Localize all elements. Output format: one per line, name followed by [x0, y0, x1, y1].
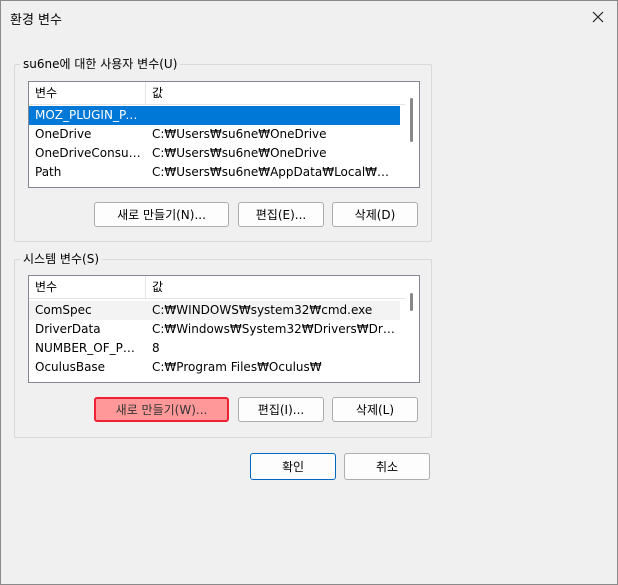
user-list-scrollbar[interactable] — [405, 82, 419, 187]
column-header-value[interactable]: 값 — [146, 82, 163, 104]
user-variables-list[interactable]: 변수 값 MOZ_PLUGIN_PATH OneDrive C:₩Users₩s… — [28, 81, 420, 188]
scrollbar-thumb[interactable] — [410, 98, 413, 142]
close-icon — [592, 11, 604, 23]
column-header-value[interactable]: 값 — [146, 276, 163, 298]
ok-button[interactable]: 확인 — [250, 453, 336, 480]
title-bar: 환경 변수 — [1, 1, 617, 33]
column-header-variable[interactable]: 변수 — [29, 82, 57, 104]
cancel-button[interactable]: 취소 — [344, 453, 430, 480]
column-header-variable[interactable]: 변수 — [29, 276, 57, 298]
variable-name: NUMBER_OF_PRO... — [35, 341, 143, 355]
system-variables-label: 시스템 변수(S) — [20, 250, 102, 267]
system-variables-list[interactable]: 변수 값 ComSpec C:₩WINDOWS₩system32₩cmd.exe… — [28, 275, 420, 383]
system-variable-row[interactable]: DriverData C:₩Windows₩System32₩Drivers₩D… — [29, 320, 400, 339]
system-new-button[interactable]: 새로 만들기(W)... — [94, 397, 229, 422]
variable-name: Path — [35, 165, 62, 179]
scrollbar-thumb[interactable] — [410, 293, 413, 311]
user-variable-row[interactable]: MOZ_PLUGIN_PATH — [29, 106, 400, 125]
variable-name: OneDriveConsumer — [35, 146, 143, 160]
user-list-header: 변수 값 — [29, 82, 419, 105]
variable-value: C:₩Windows₩System32₩Drivers₩DriverData — [152, 322, 398, 336]
system-variable-row[interactable]: OculusBase C:₩Program Files₩Oculus₩ — [29, 358, 400, 377]
environment-variables-dialog: 환경 변수 su6ne에 대한 사용자 변수(U) 변수 값 MOZ_PLUGI… — [0, 0, 618, 585]
window-title: 환경 변수 — [10, 13, 62, 28]
variable-value: C:₩Users₩su6ne₩AppData₩Local₩Microso... — [152, 165, 398, 179]
user-variable-row[interactable]: Path C:₩Users₩su6ne₩AppData₩Local₩Micros… — [29, 163, 400, 182]
variable-name: MOZ_PLUGIN_PATH — [35, 108, 143, 122]
variable-name: OneDrive — [35, 127, 92, 141]
system-list-header: 변수 값 — [29, 276, 419, 299]
variable-name: DriverData — [35, 322, 101, 336]
variable-value: C:₩Users₩su6ne₩OneDrive — [152, 127, 327, 141]
system-variable-row[interactable]: NUMBER_OF_PRO... 8 — [29, 339, 400, 358]
variable-value: 8 — [152, 341, 160, 355]
variable-value: C:₩Program Files₩Oculus₩ — [152, 360, 322, 374]
system-delete-button[interactable]: 삭제(L) — [332, 397, 418, 422]
user-edit-button[interactable]: 편집(E)... — [238, 202, 324, 227]
system-list-scrollbar[interactable] — [405, 276, 419, 382]
variable-name: ComSpec — [35, 303, 92, 317]
variable-name: OculusBase — [35, 360, 106, 374]
user-variables-label: su6ne에 대한 사용자 변수(U) — [20, 55, 181, 72]
user-new-button[interactable]: 새로 만들기(N)... — [94, 202, 229, 227]
user-variable-row[interactable]: OneDrive C:₩Users₩su6ne₩OneDrive — [29, 125, 400, 144]
variable-value: C:₩WINDOWS₩system32₩cmd.exe — [152, 303, 373, 317]
system-variable-row[interactable]: ComSpec C:₩WINDOWS₩system32₩cmd.exe — [29, 301, 400, 320]
variable-value: C:₩Users₩su6ne₩OneDrive — [152, 146, 327, 160]
user-delete-button[interactable]: 삭제(D) — [332, 202, 418, 227]
system-edit-button[interactable]: 편집(I)... — [238, 397, 324, 422]
close-button[interactable] — [585, 5, 611, 29]
user-variable-row[interactable]: OneDriveConsumer C:₩Users₩su6ne₩OneDrive — [29, 144, 400, 163]
